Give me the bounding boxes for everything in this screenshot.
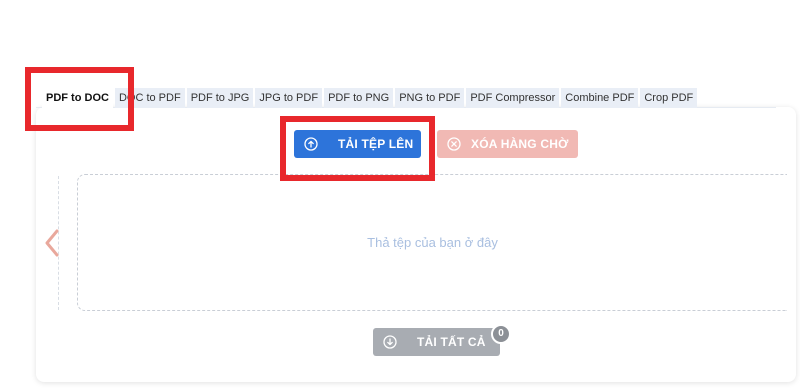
file-count-badge: 0 [491,324,511,344]
drop-zone-placeholder: Thả tệp của bạn ở đây [367,235,498,250]
tab-pdf-to-jpg[interactable]: PDF to JPG [186,88,254,108]
tab-jpg-to-pdf[interactable]: JPG to PDF [255,88,323,108]
clear-queue-button[interactable]: XÓA HÀNG CHỜ [437,130,578,158]
tab-combine-pdf[interactable]: Combine PDF [561,88,639,108]
tab-bar: PDF to DOC DOC to PDF PDF to JPG JPG to … [42,88,698,108]
clear-queue-label: XÓA HÀNG CHỜ [471,137,569,151]
tab-crop-pdf[interactable]: Crop PDF [640,88,698,108]
file-drop-zone[interactable]: Thả tệp của bạn ở đây [77,174,787,311]
download-all-button[interactable]: TẢI TẤT CẢ [373,328,500,356]
tab-pdf-to-png[interactable]: PDF to PNG [324,88,394,108]
x-circle-icon [447,137,461,151]
arrow-down-circle-icon [383,335,397,349]
converter-page: PDF to DOC DOC to PDF PDF to JPG JPG to … [0,0,800,388]
highlight-box-upload [280,116,435,181]
highlight-box-tab [25,67,134,131]
chevron-left-icon[interactable] [42,228,62,258]
tab-pdf-compressor[interactable]: PDF Compressor [466,88,560,108]
download-all-label: TẢI TẤT CẢ [417,335,486,349]
tab-png-to-pdf[interactable]: PNG to PDF [395,88,465,108]
